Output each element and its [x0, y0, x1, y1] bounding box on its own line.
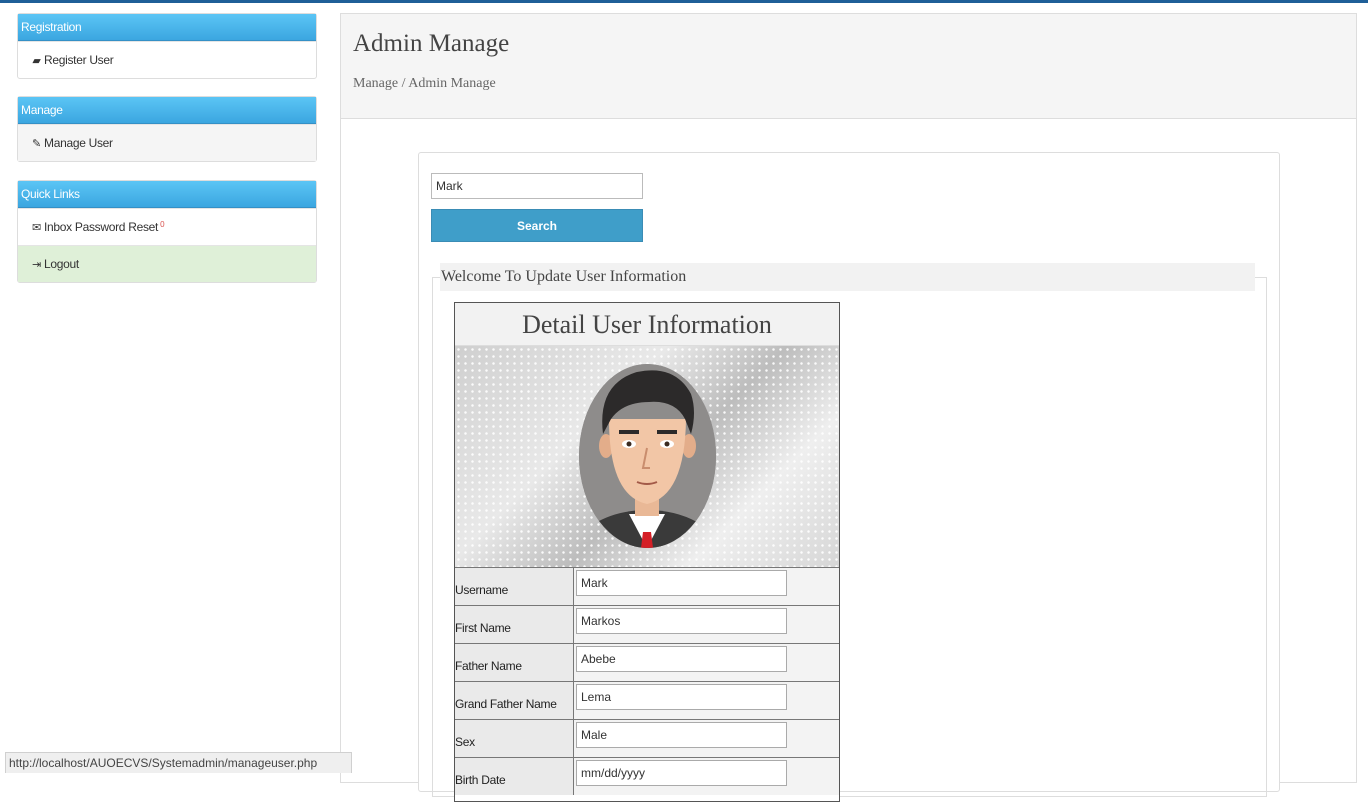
sex-field[interactable]: Male [576, 722, 787, 748]
field-label: Sex [455, 720, 574, 757]
sidebar-item-label: Logout [44, 257, 79, 271]
field-label: Username [455, 568, 574, 605]
detail-row-grand-father-name: Grand Father Name Lema [455, 681, 839, 719]
envelope-icon: ✉ [32, 222, 41, 234]
sidebar-item-logout[interactable]: ⇥ Logout [18, 245, 316, 282]
quick-links-panel-header: Quick Links [18, 181, 316, 208]
sidebar-item-label: Register User [44, 53, 114, 67]
profile-photo-area [455, 346, 839, 567]
detail-row-birth-date: Birth Date mm/dd/yyyy [455, 757, 839, 795]
sidebar-item-label: Inbox Password Reset [44, 220, 159, 234]
field-label: Grand Father Name [455, 682, 574, 719]
sidebar-item-inbox-password-reset[interactable]: ✉ Inbox Password Reset 0 [18, 208, 316, 245]
notification-badge: 0 [160, 220, 165, 229]
user-avatar [579, 364, 716, 548]
birth-date-field[interactable]: mm/dd/yyyy [576, 760, 787, 786]
page-header: Admin Manage Manage / Admin Manage [341, 14, 1356, 119]
detail-row-username: Username Mark [455, 567, 839, 605]
search-card: Mark Search Welcome To Update User Infor… [418, 152, 1280, 802]
field-label: Birth Date [455, 758, 574, 795]
first-name-field[interactable]: Markos [576, 608, 787, 634]
search-input[interactable]: Mark [431, 173, 643, 199]
username-field[interactable]: Mark [576, 570, 787, 596]
sidebar-item-label: Manage User [44, 136, 113, 150]
top-accent-bar [0, 0, 1368, 3]
quick-links-panel: Quick Links ✉ Inbox Password Reset 0 ⇥ Logo… [17, 180, 317, 283]
sidebar-item-register-user[interactable]: ▰ Register User [18, 41, 316, 78]
manage-panel: Manage ✎ Manage User [17, 96, 317, 162]
sidebar-item-manage-user[interactable]: ✎ Manage User [18, 124, 316, 161]
detail-title: Detail User Information [455, 303, 839, 346]
detail-fields: Username Mark First Name Markos Father N… [455, 567, 839, 795]
user-detail-table: Detail User Information Username Mark Fi… [454, 302, 840, 802]
grand-father-name-field[interactable]: Lema [576, 684, 787, 710]
update-section-legend: Welcome To Update User Information [440, 263, 1255, 291]
search-button[interactable]: Search [431, 209, 643, 242]
main-panel: Admin Manage Manage / Admin Manage Mark … [340, 13, 1357, 802]
breadcrumb: Manage / Admin Manage [353, 76, 496, 91]
folder-open-icon: ▰ [32, 55, 41, 67]
page-title: Admin Manage [353, 30, 510, 57]
field-label: First Name [455, 606, 574, 643]
registration-panel: Registration ▰ Register User [17, 13, 317, 79]
detail-row-father-name: Father Name Abebe [455, 643, 839, 681]
manage-panel-header: Manage [18, 97, 316, 124]
detail-row-sex: Sex Male [455, 719, 839, 757]
detail-row-first-name: First Name Markos [455, 605, 839, 643]
father-name-field[interactable]: Abebe [576, 646, 787, 672]
browser-status-bar: http://localhost/AUOECVS/Systemadmin/man… [5, 752, 352, 773]
field-label: Father Name [455, 644, 574, 681]
registration-panel-header: Registration [18, 14, 316, 41]
edit-icon: ✎ [32, 138, 41, 150]
logout-icon: ⇥ [32, 259, 41, 271]
